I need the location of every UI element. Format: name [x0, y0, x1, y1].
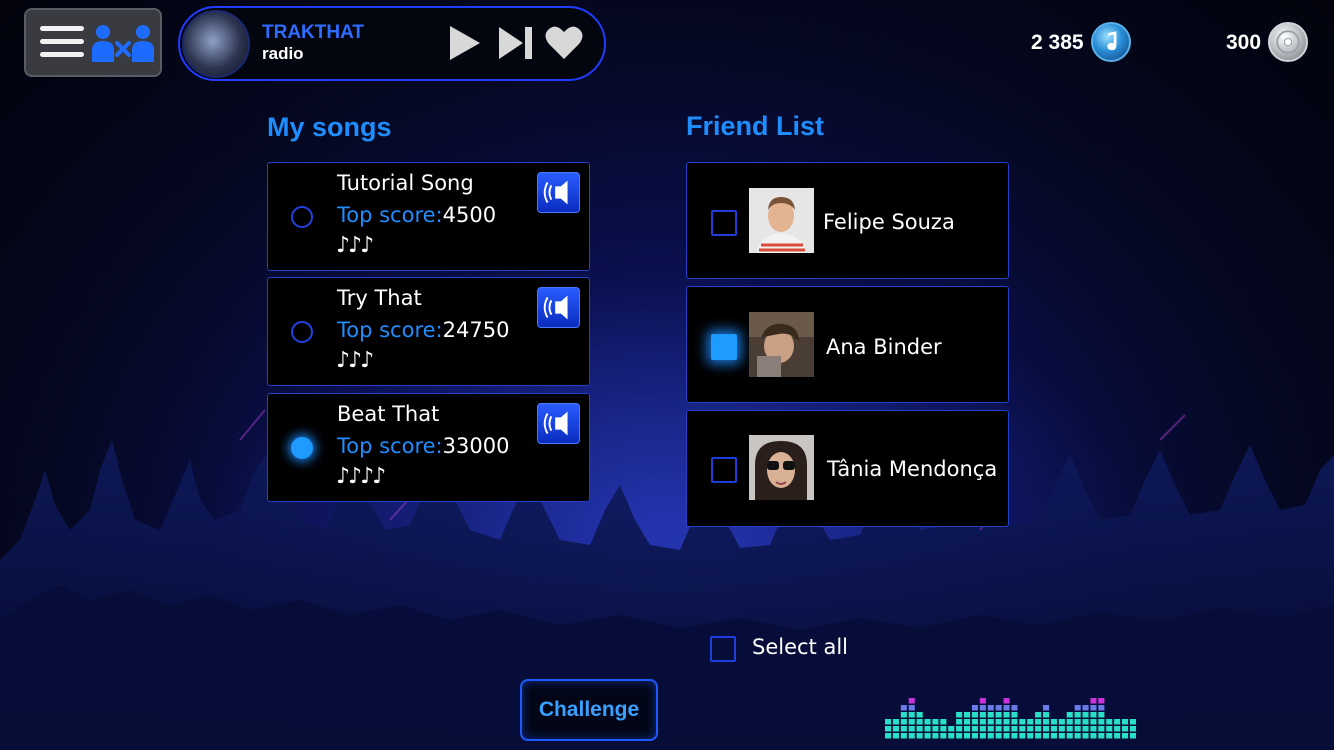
friend-name: Ana Binder	[826, 335, 942, 359]
song-title: Try That	[337, 286, 422, 310]
notes-currency-value: 2 385	[1031, 31, 1084, 54]
play-icon[interactable]	[444, 23, 484, 63]
discs-currency-value: 300	[1226, 31, 1262, 54]
song-top-score: Top score:4500	[337, 203, 496, 227]
top-score-label: Top score:	[337, 318, 443, 342]
select-all-label[interactable]: Select all	[752, 635, 848, 659]
song-card-tutorial[interactable]: Tutorial Song Top score:4500 ♪♪♪	[267, 162, 590, 271]
top-score-value: 24750	[442, 318, 510, 342]
song-card-beat-that[interactable]: Beat That Top score:33000 ♪♪♪♪	[267, 393, 590, 502]
challenge-button[interactable]: Challenge	[520, 679, 658, 741]
top-score-value: 33000	[442, 434, 510, 458]
friend-checkbox[interactable]	[711, 210, 737, 236]
friend-checkbox[interactable]	[711, 457, 737, 483]
radio-subtitle: radio	[262, 44, 304, 63]
song-difficulty-notes: ♪♪♪♪	[336, 464, 386, 489]
speaker-icon[interactable]	[537, 287, 580, 328]
song-card-try-that[interactable]: Try That Top score:24750 ♪♪♪	[267, 277, 590, 386]
menu-panel	[24, 8, 162, 77]
heart-icon[interactable]	[544, 23, 584, 63]
disc-coin-icon	[1268, 22, 1308, 62]
song-title: Beat That	[337, 402, 440, 426]
my-songs-heading: My songs	[267, 112, 392, 142]
song-radio-button-selected[interactable]	[291, 437, 313, 459]
select-all-checkbox[interactable]	[710, 636, 736, 662]
friend-avatar	[749, 312, 814, 377]
top-score-label: Top score:	[337, 203, 443, 227]
radio-artist-avatar	[182, 10, 250, 78]
versus-icon[interactable]	[92, 22, 154, 64]
friend-list-heading: Friend List	[686, 111, 825, 141]
speaker-icon[interactable]	[537, 172, 580, 213]
friend-card-tania[interactable]: Tânia Mendonça	[686, 410, 1009, 527]
radio-panel: TRAKTHAT radio	[178, 6, 606, 81]
radio-title: TRAKTHAT	[262, 22, 365, 43]
crowd-background	[0, 250, 1334, 750]
song-title: Tutorial Song	[337, 171, 474, 195]
song-top-score: Top score:24750	[337, 318, 509, 342]
friend-card-felipe[interactable]: Felipe Souza	[686, 162, 1009, 279]
friend-checkbox-checked[interactable]	[711, 334, 737, 360]
friend-avatar	[749, 435, 814, 500]
friend-avatar	[749, 188, 814, 253]
song-difficulty-notes: ♪♪♪	[336, 233, 374, 258]
music-note-coin-icon	[1091, 22, 1131, 62]
top-score-label: Top score:	[337, 434, 443, 458]
friend-card-ana[interactable]: Ana Binder	[686, 286, 1009, 403]
song-top-score: Top score:33000	[337, 434, 509, 458]
song-radio-button[interactable]	[291, 321, 313, 343]
song-radio-button[interactable]	[291, 206, 313, 228]
challenge-button-label: Challenge	[538, 698, 640, 721]
speaker-icon[interactable]	[537, 403, 580, 444]
friend-name: Felipe Souza	[823, 210, 955, 234]
song-difficulty-notes: ♪♪♪	[336, 348, 374, 373]
hamburger-icon[interactable]	[40, 26, 84, 60]
top-score-value: 4500	[442, 203, 497, 227]
skip-next-icon[interactable]	[496, 23, 536, 63]
equalizer-icon	[885, 698, 1136, 739]
friend-name: Tânia Mendonça	[827, 457, 998, 481]
